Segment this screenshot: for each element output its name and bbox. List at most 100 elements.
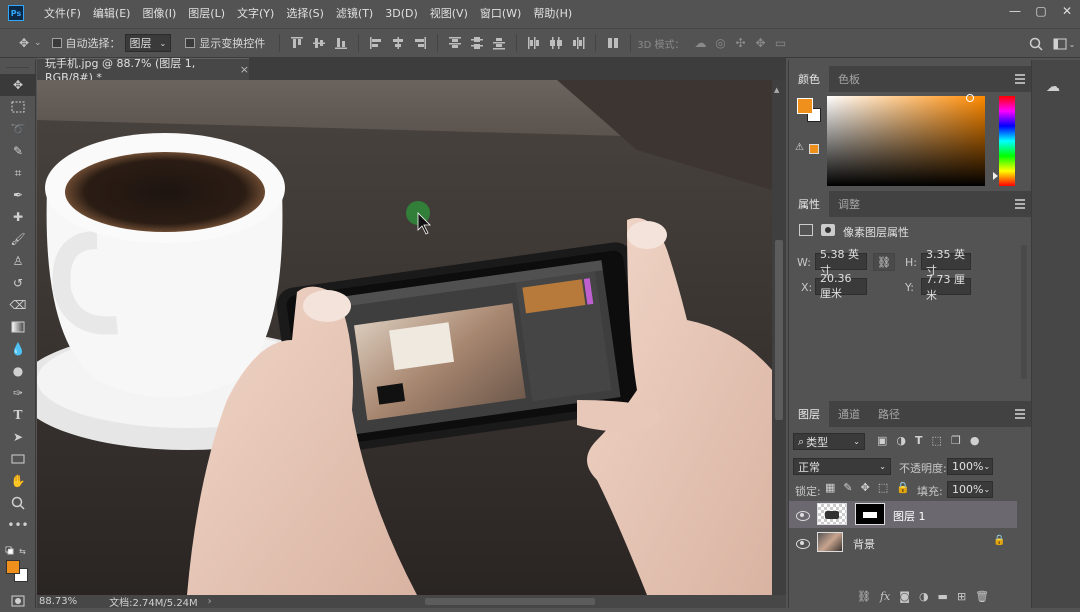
layer-name[interactable]: 背景 xyxy=(853,536,875,552)
new-group-icon[interactable]: ▬ xyxy=(938,590,948,603)
tab-color[interactable]: 颜色 xyxy=(789,66,829,92)
add-mask-icon[interactable]: ◙ xyxy=(899,590,910,603)
document-tab[interactable]: 玩手机.jpg @ 88.7% (图层 1, RGB/8#) * × xyxy=(37,57,249,84)
chevron-down-icon[interactable]: ⌄ xyxy=(34,38,42,48)
tab-channels[interactable]: 通道 xyxy=(829,401,869,427)
align-right-icon[interactable] xyxy=(411,35,429,51)
align-left-icon[interactable] xyxy=(367,35,385,51)
distribute-vcenter-icon[interactable] xyxy=(468,35,486,51)
3d-orbit-icon[interactable]: ☁ xyxy=(691,33,711,53)
restore-button[interactable]: ▢ xyxy=(1028,0,1054,22)
tab-swatches[interactable]: 色板 xyxy=(829,66,869,92)
type-tool-icon[interactable]: T xyxy=(0,404,36,426)
quick-mask-icon[interactable] xyxy=(0,590,36,612)
tab-paths[interactable]: 路径 xyxy=(869,401,909,427)
adjustment-layer-icon[interactable]: ◑ xyxy=(919,590,929,603)
hand-tool-icon[interactable]: ✋ xyxy=(0,470,36,492)
more-tools-icon[interactable]: ••• xyxy=(0,514,36,536)
layer-filter-dropdown[interactable]: ⌕ 类型 ⌄ xyxy=(793,433,865,450)
filter-pixel-icon[interactable]: ▣ xyxy=(877,434,887,447)
fill-field[interactable]: 100% ⌄ xyxy=(947,481,993,498)
new-layer-icon[interactable]: ⊞ xyxy=(957,590,966,603)
opacity-field[interactable]: 100% ⌄ xyxy=(947,458,993,475)
menu-type[interactable]: 文字(Y) xyxy=(231,0,280,26)
gradient-tool-icon[interactable] xyxy=(0,316,36,338)
height-field[interactable]: 3.35 英寸 xyxy=(921,248,971,277)
3d-scale-icon[interactable]: ▭ xyxy=(771,33,791,53)
menu-select[interactable]: 选择(S) xyxy=(280,0,330,26)
blend-mode-dropdown[interactable]: 正常 ⌄ xyxy=(793,458,891,475)
brush-tool-icon[interactable]: 🖌 xyxy=(0,228,36,250)
eraser-tool-icon[interactable]: ⌫ xyxy=(0,294,36,316)
3d-slide-icon[interactable]: ✥ xyxy=(751,33,771,53)
filter-shape-icon[interactable]: ⬚ xyxy=(932,434,942,447)
mask-icon[interactable] xyxy=(821,224,835,236)
minimize-button[interactable]: — xyxy=(1002,0,1028,22)
distribute-bottom-icon[interactable] xyxy=(490,35,508,51)
dodge-tool-icon[interactable]: ● xyxy=(0,360,36,382)
stamp-tool-icon[interactable]: ♙ xyxy=(0,250,36,272)
vertical-scrollbar[interactable]: ▲ xyxy=(772,80,786,595)
crop-tool-icon[interactable]: ⌗ xyxy=(0,162,36,184)
y-field[interactable]: 7.73 厘米 xyxy=(921,273,971,302)
menu-window[interactable]: 窗口(W) xyxy=(474,0,527,26)
layer-mask-thumbnail[interactable] xyxy=(855,503,885,525)
panel-menu-icon[interactable] xyxy=(1015,74,1025,84)
libraries-icon[interactable]: ☁ xyxy=(1040,78,1066,96)
lasso-tool-icon[interactable]: ➰ xyxy=(0,118,36,140)
menu-filter[interactable]: 滤镜(T) xyxy=(330,0,379,26)
foreground-color-swatch[interactable] xyxy=(6,560,20,574)
hue-slider-pointer[interactable] xyxy=(993,172,998,180)
distribute-right-icon[interactable] xyxy=(569,35,587,51)
distribute-hcenter-icon[interactable] xyxy=(547,35,565,51)
default-colors-icon[interactable]: ⇆ xyxy=(5,546,29,556)
auto-align-icon[interactable] xyxy=(604,35,622,51)
move-tool-preset-icon[interactable]: ✥ xyxy=(14,33,34,53)
document-canvas[interactable] xyxy=(37,80,772,595)
lock-position-icon[interactable]: ✥ xyxy=(861,481,870,494)
align-top-icon[interactable] xyxy=(288,35,306,51)
distribute-top-icon[interactable] xyxy=(446,35,464,51)
pen-tool-icon[interactable]: ✑ xyxy=(0,382,36,404)
color-field[interactable] xyxy=(827,94,985,186)
filter-smart-object-icon[interactable]: ❐ xyxy=(951,434,961,447)
align-hcenter-icon[interactable] xyxy=(389,35,407,51)
eyedropper-tool-icon[interactable]: ✒ xyxy=(0,184,36,206)
horizontal-scroll-thumb[interactable] xyxy=(425,598,595,605)
properties-scrollbar[interactable] xyxy=(1021,245,1027,379)
3d-pan-icon[interactable]: ✣ xyxy=(731,33,751,53)
menu-view[interactable]: 视图(V) xyxy=(424,0,474,26)
tab-properties[interactable]: 属性 xyxy=(789,191,829,217)
layer-name[interactable]: 图层 1 xyxy=(893,508,926,524)
show-transform-checkbox[interactable]: 显示变换控件 xyxy=(185,35,265,51)
path-select-tool-icon[interactable]: ➤ xyxy=(0,426,36,448)
chevron-right-icon[interactable]: › xyxy=(208,596,212,607)
visibility-eye-icon[interactable] xyxy=(796,538,810,549)
shape-tool-icon[interactable] xyxy=(0,448,36,470)
zoom-level[interactable]: 88.73% xyxy=(39,596,77,607)
filter-toggle-icon[interactable]: ● xyxy=(970,434,980,447)
link-icon[interactable]: ⛓ xyxy=(873,253,895,271)
menu-image[interactable]: 图像(I) xyxy=(136,0,182,26)
menu-layer[interactable]: 图层(L) xyxy=(182,0,231,26)
lock-all-icon[interactable]: 🔒 xyxy=(896,481,910,494)
color-swatches[interactable] xyxy=(6,560,30,584)
menu-help[interactable]: 帮助(H) xyxy=(527,0,578,26)
quick-select-tool-icon[interactable]: ✎ xyxy=(0,140,36,162)
3d-roll-icon[interactable]: ◎ xyxy=(711,33,731,53)
auto-select-target-dropdown[interactable]: 图层 ⌄ xyxy=(124,34,172,52)
lock-artboard-icon[interactable]: ⬚ xyxy=(878,481,888,494)
chevron-down-icon[interactable]: ⌄ xyxy=(1062,34,1080,54)
marquee-tool-icon[interactable] xyxy=(0,96,36,118)
align-vcenter-icon[interactable] xyxy=(310,35,328,51)
visibility-eye-icon[interactable] xyxy=(796,510,810,521)
layer-row-layer-1[interactable]: 图层 1 xyxy=(789,501,1017,528)
vertical-scroll-thumb[interactable] xyxy=(775,240,783,420)
blur-tool-icon[interactable]: 💧 xyxy=(0,338,36,360)
menu-edit[interactable]: 编辑(E) xyxy=(87,0,137,26)
color-picker-marker[interactable] xyxy=(966,94,974,102)
search-icon[interactable] xyxy=(1026,34,1046,54)
panel-menu-icon[interactable] xyxy=(1015,199,1025,209)
menu-3d[interactable]: 3D(D) xyxy=(379,0,424,26)
foreground-color-swatch[interactable] xyxy=(797,98,813,114)
